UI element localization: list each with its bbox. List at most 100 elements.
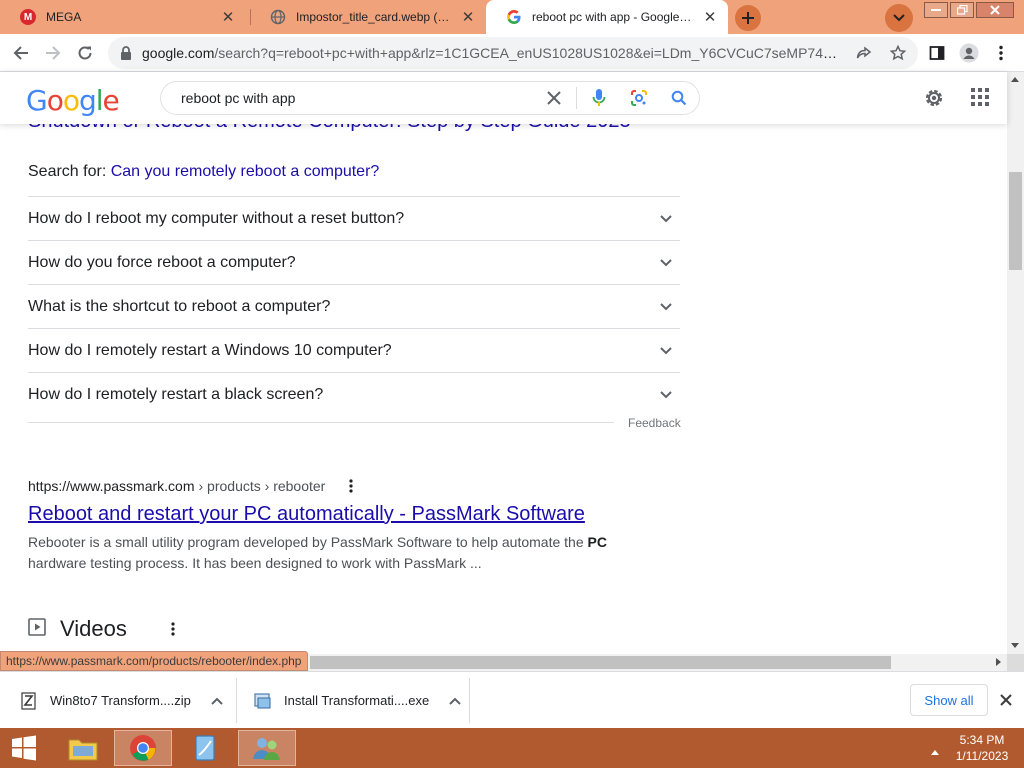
back-button[interactable] [6,38,36,68]
tab-title: Impostor_title_card.webp (1200× [296,10,452,24]
download-filename: Install Transformati....exe [284,693,430,708]
tab-google-search[interactable]: reboot pc with app - Google Sea ✕ [486,0,728,34]
download-item[interactable]: Win8to7 Transform....zip [20,672,225,729]
people-also-ask-item[interactable]: What is the shortcut to reboot a compute… [28,284,680,328]
horizontal-scroll-thumb[interactable] [310,656,891,669]
people-also-ask-item[interactable]: How do I remotely restart a Windows 10 c… [28,328,680,372]
share-icon[interactable] [856,45,872,66]
close-window-button[interactable] [976,2,1014,18]
people-also-ask-item[interactable]: How do you force reboot a computer? [28,240,680,284]
scrollbar-corner [1007,654,1024,671]
chevron-down-icon [654,295,678,319]
taskbar-app[interactable] [176,730,234,766]
divider [28,422,614,423]
sidebar-app-icon [195,735,215,761]
windows-logo-icon [12,735,36,761]
scroll-down-icon[interactable] [1011,643,1019,648]
show-hidden-icons-icon[interactable] [930,743,940,755]
search-for-label: Search for: [28,163,107,180]
close-tab-icon[interactable]: ✕ [220,9,236,26]
close-tab-icon[interactable]: ✕ [702,9,718,26]
address-bar[interactable]: google.com/search?q=reboot+pc+with+app&r… [108,37,918,69]
chevron-down-icon [654,383,678,407]
minimize-window-button[interactable] [924,2,948,18]
google-icon [506,9,522,25]
question-text: How do you force reboot a computer? [28,253,296,271]
lock-icon[interactable] [120,46,132,60]
more-vert-icon[interactable] [345,478,357,494]
profile-button[interactable] [954,38,984,68]
taskbar-chrome[interactable] [114,730,172,766]
restore-window-button[interactable] [950,2,974,18]
taskbar-file-explorer[interactable] [54,730,112,766]
forward-button[interactable] [38,38,68,68]
vertical-scroll-thumb[interactable] [1009,172,1022,270]
start-button[interactable] [0,728,48,768]
download-item[interactable]: Install Transformati....exe [254,672,463,729]
side-panel-button[interactable] [922,38,952,68]
users-icon [253,738,280,760]
question-text: How do I remotely restart a black screen… [28,385,324,403]
clock-time: 5:34 PM [959,733,1005,747]
avatar-icon [959,43,979,63]
people-also-ask-item[interactable]: How do I remotely restart a black screen… [28,372,680,416]
chevron-up-icon[interactable] [447,693,463,709]
result-path: › products › rebooter [198,478,326,494]
restore-icon [956,5,968,15]
result-breadcrumb[interactable]: https://www.passmark.com › products › re… [28,478,357,494]
url-path: /search?q=reboot+pc+with+app&rlz=1C1GCEA… [214,45,847,61]
result-title-link[interactable]: Reboot and restart your PC automatically… [28,503,585,526]
chrome-menu-button[interactable] [986,38,1016,68]
new-tab-button[interactable] [735,5,761,31]
close-icon [990,5,1000,15]
chevron-up-icon[interactable] [209,693,225,709]
chevron-down-icon [893,14,905,22]
tab-impostor-image[interactable]: Impostor_title_card.webp (1200× ✕ [250,0,486,34]
search-icon[interactable] [659,82,699,114]
folder-icon [68,739,98,761]
chevron-down-icon [654,339,678,363]
vertical-scrollbar[interactable] [1007,72,1024,654]
minimize-icon [931,9,941,11]
bookmark-star-icon[interactable] [889,44,907,66]
taskbar-users-app[interactable] [238,730,296,766]
divider [236,678,237,723]
windows-taskbar: 5:34 PM 1/11/2023 [0,728,1024,768]
address-url[interactable]: google.com/search?q=reboot+pc+with+app&r… [142,45,847,61]
microphone-icon[interactable] [579,82,619,114]
search-input[interactable]: reboot pc with app [181,90,534,106]
settings-gear-icon[interactable] [922,86,946,110]
scroll-right-icon[interactable] [996,658,1001,666]
google-search-box[interactable]: reboot pc with app [160,81,700,115]
clear-search-icon[interactable] [534,82,574,114]
google-apps-icon[interactable] [970,87,992,109]
people-also-ask-item[interactable]: How do I reboot my computer without a re… [28,196,680,240]
feedback-link[interactable]: Feedback [628,416,681,430]
search-for-link[interactable]: Can you remotely reboot a computer? [111,163,380,180]
tab-search-button[interactable] [885,4,913,32]
close-tab-icon[interactable]: ✕ [460,9,476,26]
close-downloads-bar-icon[interactable] [996,690,1016,710]
reload-icon [78,46,92,60]
taskbar-clock[interactable]: 5:34 PM 1/11/2023 [950,732,1014,764]
show-all-downloads-button[interactable]: Show all [910,684,988,716]
snippet-text: Rebooter is a small utility program deve… [28,534,588,550]
result-title-partial[interactable]: Shutdown or Reboot a Remote Computer: St… [28,124,631,133]
arrow-left-icon [13,46,28,60]
tab-mega[interactable]: M MEGA ✕ [0,0,246,34]
google-logo[interactable]: Google [26,84,120,117]
video-play-icon [28,617,46,641]
browser-toolbar: google.com/search?q=reboot+pc+with+app&r… [0,34,1024,72]
zip-file-icon [20,691,38,710]
more-vert-icon[interactable] [167,621,179,637]
search-for-suggestion: Search for: Can you remotely reboot a co… [28,163,379,181]
question-text: What is the shortcut to reboot a compute… [28,297,331,315]
reload-button[interactable] [70,38,100,68]
tab-title: reboot pc with app - Google Sea [532,10,694,24]
url-host: google.com [142,45,215,61]
globe-icon [270,9,286,25]
videos-section-header: Videos [28,616,179,642]
snippet-text: hardware testing process. It has been de… [28,555,482,571]
scroll-up-icon[interactable] [1011,77,1019,82]
google-lens-icon[interactable] [619,82,659,114]
